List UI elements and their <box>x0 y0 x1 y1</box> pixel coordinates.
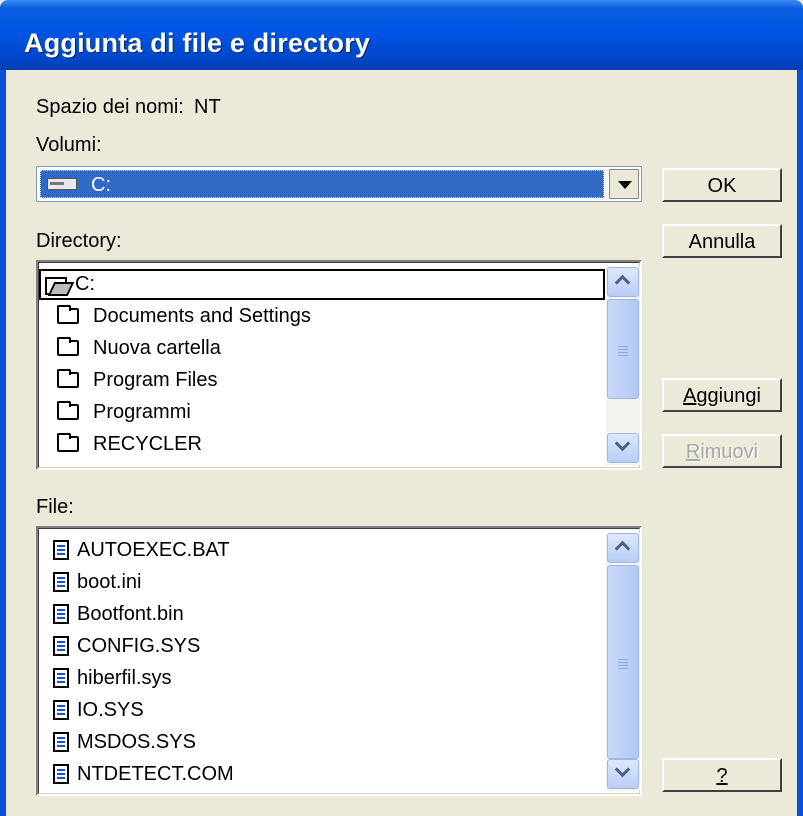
file-item[interactable]: CONFIG.SYS <box>39 631 605 662</box>
directory-item[interactable]: Nuova cartella <box>39 333 605 364</box>
volumes-selected-item[interactable]: C: <box>40 170 604 198</box>
scroll-thumb[interactable] <box>607 299 639 399</box>
files-label: File: <box>36 496 74 518</box>
scroll-up-icon[interactable] <box>607 267 639 297</box>
file-item[interactable]: AUTOEXEC.BAT <box>39 535 605 566</box>
help-button[interactable]: ? <box>662 758 782 792</box>
file-item[interactable]: hiberfil.sys <box>39 663 605 694</box>
directory-listbox-inner: C: Documents and Settings Nuova cartella… <box>38 262 640 468</box>
file-item[interactable]: NTDETECT.COM <box>39 759 605 790</box>
dialog-window: Aggiunta di file e directory Spazio dei … <box>0 0 803 816</box>
scroll-down-icon[interactable] <box>607 759 639 789</box>
directory-label: Directory: <box>36 230 122 252</box>
drive-icon <box>47 178 77 190</box>
namespace-label: Spazio dei nomi: <box>36 96 184 118</box>
file-item-label: hiberfil.sys <box>77 667 172 689</box>
file-item-label: CONFIG.SYS <box>77 635 201 657</box>
file-item-label: boot.ini <box>77 571 142 593</box>
directory-item-label: C: <box>75 273 95 295</box>
scroll-thumb[interactable] <box>607 565 639 759</box>
file-item[interactable]: MSDOS.SYS <box>39 727 605 758</box>
files-listbox[interactable]: AUTOEXEC.BAT boot.ini Bootfont.bin CONFI… <box>36 526 642 796</box>
directory-item-label: Documents and Settings <box>93 305 311 327</box>
remove-button-accelerator: R <box>685 441 701 463</box>
chevron-down-icon[interactable] <box>609 169 639 199</box>
volumes-selected-value: C: <box>91 174 111 196</box>
file-item[interactable]: boot.ini <box>39 567 605 598</box>
window-frame-right <box>797 70 803 816</box>
file-icon <box>53 764 69 784</box>
file-item-label: Bootfont.bin <box>77 603 184 625</box>
file-item[interactable]: Bootfont.bin <box>39 599 605 630</box>
file-item-label: AUTOEXEC.BAT <box>77 539 230 561</box>
directory-item-root[interactable]: C: <box>39 269 605 300</box>
scroll-down-icon[interactable] <box>607 433 639 463</box>
files-listbox-inner: AUTOEXEC.BAT boot.ini Bootfont.bin CONFI… <box>38 528 640 794</box>
directory-item-label: Program Files <box>93 369 218 391</box>
directory-item-label: Programmi <box>93 401 191 423</box>
add-button-label: ggiungi <box>696 385 761 407</box>
window-title: Aggiunta di file e directory <box>24 28 371 58</box>
file-icon <box>53 668 69 688</box>
folder-icon <box>57 337 79 356</box>
directory-item[interactable]: Program Files <box>39 365 605 396</box>
file-icon <box>53 732 69 752</box>
window-frame-left <box>0 70 6 816</box>
volumes-label: Volumi: <box>36 134 102 156</box>
help-button-label: ? <box>716 765 728 787</box>
remove-button[interactable]: Rimuovi <box>662 434 782 468</box>
file-icon <box>53 540 69 560</box>
title-bar[interactable]: Aggiunta di file e directory <box>0 0 803 70</box>
file-item-label: NTDETECT.COM <box>77 763 234 785</box>
volumes-dropdown[interactable]: C: <box>36 166 642 202</box>
add-button-accelerator: A <box>683 385 697 407</box>
files-scrollbar[interactable] <box>606 533 640 791</box>
ok-button[interactable]: OK <box>662 168 782 202</box>
add-button[interactable]: Aggiungi <box>662 378 782 412</box>
file-item[interactable]: IO.SYS <box>39 695 605 726</box>
scroll-up-icon[interactable] <box>607 533 639 563</box>
directory-item[interactable]: Programmi <box>39 397 605 428</box>
directory-item[interactable]: Documents and Settings <box>39 301 605 332</box>
folder-icon <box>57 401 79 420</box>
file-icon <box>53 636 69 656</box>
directory-item-label: RECYCLER <box>93 433 202 455</box>
folder-icon <box>57 305 79 324</box>
remove-button-label: imuovi <box>700 441 759 463</box>
file-item-label: IO.SYS <box>77 699 144 721</box>
directory-item-label: Nuova cartella <box>93 337 221 359</box>
file-icon <box>53 604 69 624</box>
file-item-label: MSDOS.SYS <box>77 731 196 753</box>
cancel-button[interactable]: Annulla <box>662 224 782 258</box>
file-icon <box>53 572 69 592</box>
file-icon <box>53 700 69 720</box>
folder-icon <box>57 369 79 388</box>
directory-listbox[interactable]: C: Documents and Settings Nuova cartella… <box>36 260 642 470</box>
folder-icon <box>57 433 79 452</box>
directory-item[interactable]: RECYCLER <box>39 429 605 460</box>
open-folder-icon <box>45 277 69 295</box>
namespace-value: NT <box>194 96 221 118</box>
directory-scrollbar[interactable] <box>606 267 640 465</box>
